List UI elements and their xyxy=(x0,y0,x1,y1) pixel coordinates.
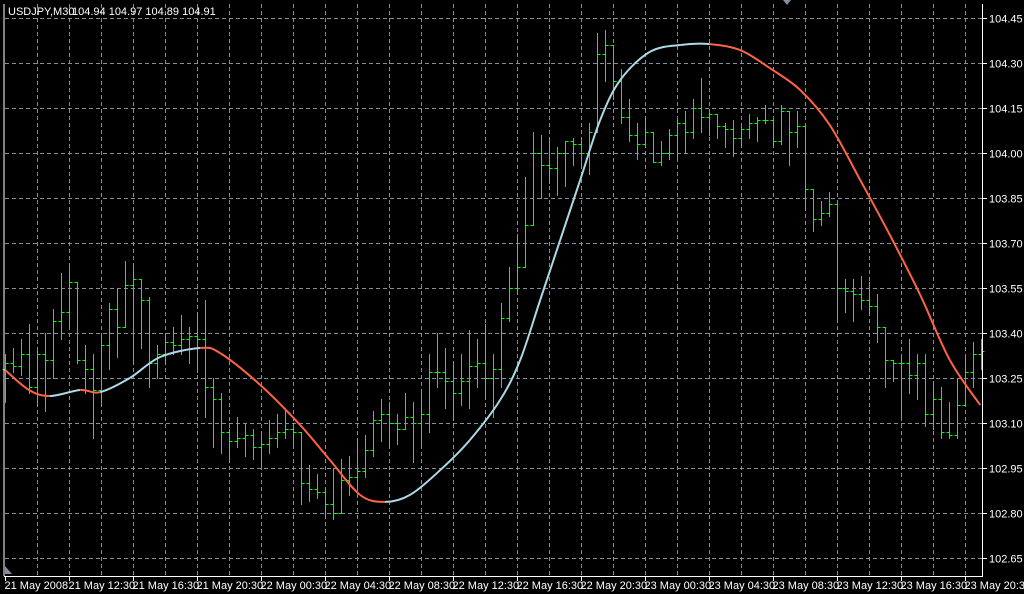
time-label: 22 May 20:30 xyxy=(581,580,648,592)
price-label: 102.80 xyxy=(989,509,1023,521)
time-label: 22 May 00:30 xyxy=(261,580,328,592)
time-label: 23 May 16:30 xyxy=(901,580,968,592)
ohlc-header-values: 104.94 104.97 104.89 104.91 xyxy=(72,6,216,18)
price-label: 102.65 xyxy=(989,554,1023,566)
price-label: 104.00 xyxy=(989,149,1023,161)
time-label: 23 May 12:30 xyxy=(837,580,904,592)
time-label: 23 May 04:30 xyxy=(709,580,776,592)
price-label: 103.40 xyxy=(989,329,1023,341)
time-label: 21 May 2008 xyxy=(5,580,69,592)
chart-title: USDJPY,M30 xyxy=(8,6,74,18)
price-label: 103.25 xyxy=(989,374,1023,386)
time-label: 23 May 00:30 xyxy=(645,580,712,592)
time-label: 22 May 16:30 xyxy=(517,580,584,592)
time-label: 23 May 08:30 xyxy=(773,580,840,592)
price-label: 102.95 xyxy=(989,464,1023,476)
price-label: 104.15 xyxy=(989,104,1023,116)
price-label: 103.70 xyxy=(989,239,1023,251)
time-label: 22 May 12:30 xyxy=(453,580,520,592)
time-label: 22 May 08:30 xyxy=(389,580,456,592)
time-label: 23 May 20:30 xyxy=(965,580,1024,592)
price-label: 103.10 xyxy=(989,419,1023,431)
time-label: 21 May 20:30 xyxy=(197,580,264,592)
time-label: 22 May 04:30 xyxy=(325,580,392,592)
time-label: 21 May 12:30 xyxy=(69,580,136,592)
price-label: 104.30 xyxy=(989,59,1023,71)
price-label: 103.55 xyxy=(989,284,1023,296)
price-label: 103.85 xyxy=(989,194,1023,206)
chart-background xyxy=(0,0,1024,594)
price-chart[interactable]: 104.45 104.30 104.15 104.00 103.85 103.70 103.… xyxy=(0,0,1024,594)
price-label: 104.45 xyxy=(989,14,1023,26)
time-label: 21 May 16:30 xyxy=(133,580,200,592)
